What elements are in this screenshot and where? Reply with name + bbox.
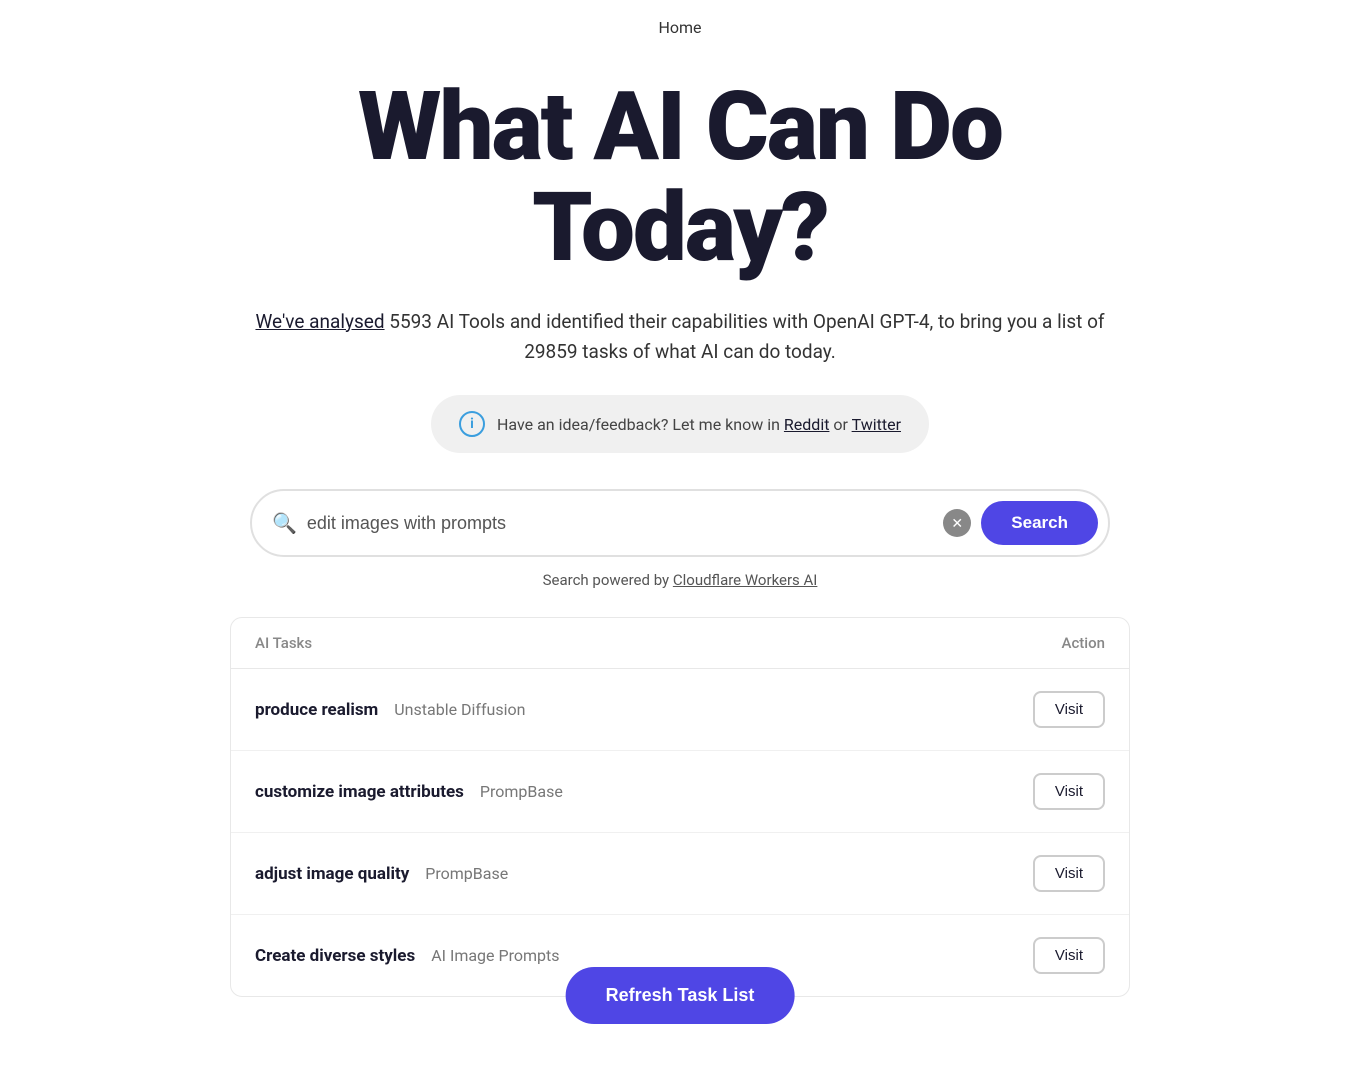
hero-section: What AI Can Do Today? We've analysed 559… — [220, 47, 1140, 489]
hero-description: We've analysed 5593 AI Tools and identif… — [240, 307, 1120, 368]
task-name: adjust image quality — [255, 864, 409, 884]
nav-bar: Home — [0, 0, 1360, 47]
reddit-link[interactable]: Reddit — [784, 415, 830, 434]
task-info: customize image attributes PrompBase — [255, 782, 563, 802]
search-input[interactable] — [307, 513, 933, 534]
task-tool: PrompBase — [425, 864, 508, 883]
analysed-link[interactable]: We've analysed — [255, 310, 384, 333]
col-action-label: Action — [1062, 634, 1105, 652]
visit-button[interactable]: Visit — [1033, 855, 1105, 892]
search-section: 🔍 ✕ Search Search powered by Cloudflare … — [230, 489, 1130, 589]
table-row: Create diverse styles AI Image Prompts V… — [231, 915, 1129, 996]
col-tasks-label: AI Tasks — [255, 634, 312, 652]
visit-button[interactable]: Visit — [1033, 773, 1105, 810]
task-name: Create diverse styles — [255, 946, 415, 966]
task-info: adjust image quality PrompBase — [255, 864, 508, 884]
search-icon: 🔍 — [272, 511, 297, 535]
hero-title: What AI Can Do Today? — [240, 77, 1120, 279]
hero-description-text: 5593 AI Tools and identified their capab… — [389, 310, 1104, 363]
table-row: adjust image quality PrompBase Visit — [231, 833, 1129, 915]
visit-button[interactable]: Visit — [1033, 691, 1105, 728]
search-bar: 🔍 ✕ Search — [250, 489, 1110, 557]
twitter-link[interactable]: Twitter — [852, 415, 901, 434]
search-button[interactable]: Search — [981, 501, 1098, 545]
task-name: customize image attributes — [255, 782, 464, 802]
task-name: produce realism — [255, 700, 378, 720]
task-info: Create diverse styles AI Image Prompts — [255, 946, 559, 966]
feedback-text: Have an idea/feedback? Let me know in Re… — [497, 415, 901, 434]
task-tool: PrompBase — [480, 782, 563, 801]
refresh-task-list-button[interactable]: Refresh Task List — [566, 967, 795, 1024]
task-info: produce realism Unstable Diffusion — [255, 700, 525, 720]
task-tool: AI Image Prompts — [431, 946, 559, 965]
search-powered-text: Search powered by Cloudflare Workers AI — [250, 571, 1110, 589]
task-tool: Unstable Diffusion — [394, 700, 525, 719]
table-header: AI Tasks Action — [231, 618, 1129, 669]
clear-search-button[interactable]: ✕ — [943, 509, 971, 537]
info-icon: i — [459, 411, 485, 437]
nav-home-link[interactable]: Home — [658, 18, 701, 37]
cloudflare-link[interactable]: Cloudflare Workers AI — [673, 571, 818, 589]
table-row: produce realism Unstable Diffusion Visit — [231, 669, 1129, 751]
feedback-bar: i Have an idea/feedback? Let me know in … — [431, 395, 929, 453]
visit-button[interactable]: Visit — [1033, 937, 1105, 974]
table-row: customize image attributes PrompBase Vis… — [231, 751, 1129, 833]
results-table: AI Tasks Action produce realism Unstable… — [230, 617, 1130, 997]
